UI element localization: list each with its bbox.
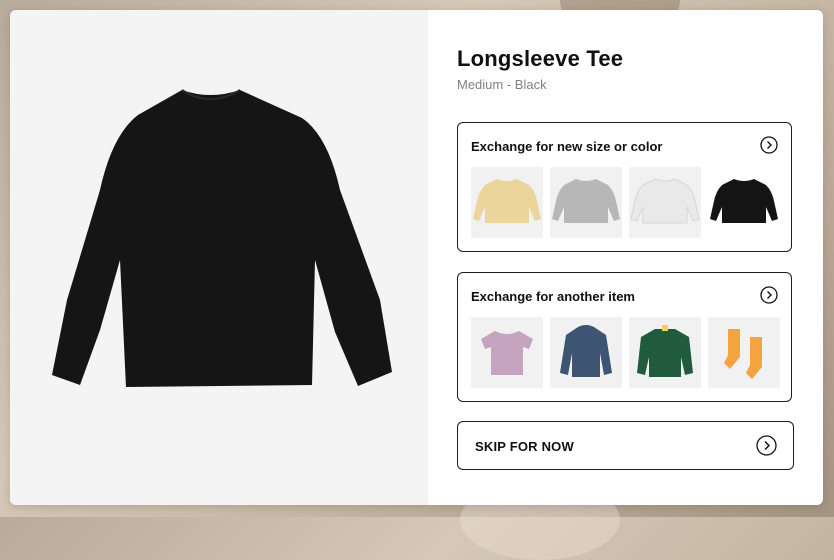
item-thumbnails [471, 317, 780, 388]
thumbnail-jacket-navy[interactable] [550, 317, 622, 388]
thumbnail-socks-orange[interactable] [708, 317, 780, 388]
tee-gray-image [552, 179, 620, 223]
arrow-circle-right-icon[interactable] [760, 136, 778, 154]
arrow-circle-right-icon [756, 435, 777, 456]
skip-for-now-label: SKIP FOR NOW [475, 439, 574, 454]
product-image-longsleeve-tee [52, 89, 392, 387]
product-image-panel [10, 10, 428, 505]
exchange-item-card[interactable]: Exchange for another item [457, 272, 792, 402]
jacket-navy-image [560, 325, 612, 377]
socks-orange-image [724, 329, 762, 379]
exchange-options-panel: Longsleeve Tee Medium - Black Exchange f… [428, 10, 823, 505]
thumbnail-tee-white[interactable] [629, 167, 701, 238]
variant-thumbnails [471, 167, 780, 238]
puffer-green-image [637, 325, 693, 377]
tee-black-image [710, 179, 778, 223]
thumbnail-puffer-green[interactable] [629, 317, 701, 388]
product-variant: Medium - Black [457, 77, 547, 92]
exchange-variant-card[interactable]: Exchange for new size or color [457, 122, 792, 252]
tshirt-lavender-image [481, 331, 533, 375]
thumbnail-tee-black[interactable] [708, 167, 780, 238]
skip-for-now-button[interactable]: SKIP FOR NOW [457, 421, 794, 470]
product-title: Longsleeve Tee [457, 46, 624, 71]
exchange-item-label: Exchange for another item [471, 289, 635, 304]
exchange-modal: Longsleeve Tee Medium - Black Exchange f… [10, 10, 823, 505]
thumbnail-tee-gray[interactable] [550, 167, 622, 238]
thumbnail-tshirt-lavender[interactable] [471, 317, 543, 388]
exchange-variant-label: Exchange for new size or color [471, 139, 663, 154]
tee-yellow-image [473, 179, 541, 223]
thumbnail-tee-yellow[interactable] [471, 167, 543, 238]
tee-white-image [630, 178, 700, 224]
arrow-circle-right-icon[interactable] [760, 286, 778, 304]
